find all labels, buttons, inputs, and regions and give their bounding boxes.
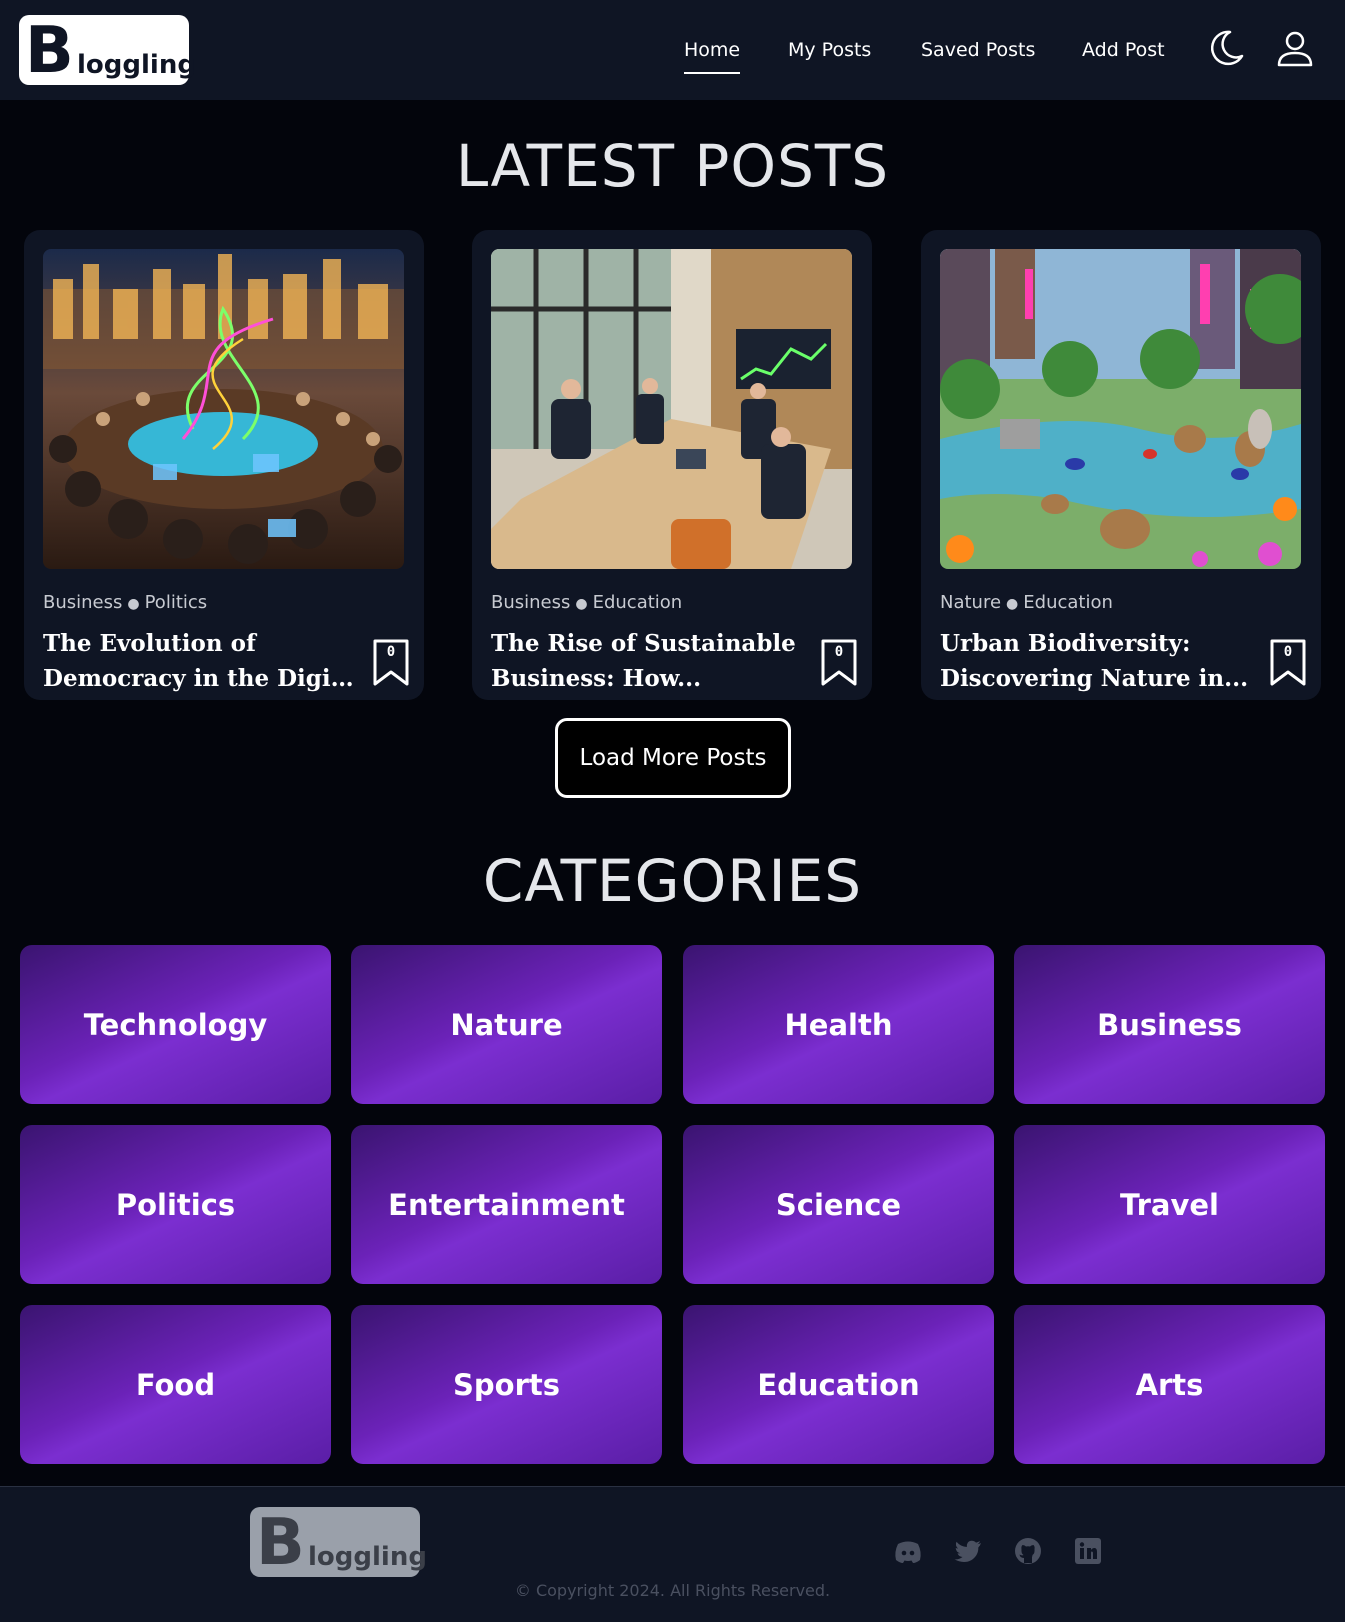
post-title[interactable]: The Evolution of Democracy in the Digit.… [43, 626, 363, 696]
post-title-line: The Evolution of [43, 630, 256, 657]
category-health[interactable]: Health [683, 945, 994, 1104]
header: B loggling Home My Posts Saved Posts Add… [0, 0, 1345, 100]
post-image [940, 249, 1301, 569]
post-categories: Business ● Politics [43, 592, 207, 613]
post-category[interactable]: Business [491, 592, 570, 613]
category-technology[interactable]: Technology [20, 945, 331, 1104]
bookmark-button[interactable]: 0 [1269, 638, 1307, 688]
post-title-line: The Rise of Sustainable [491, 630, 796, 657]
bookmark-button[interactable]: 0 [820, 638, 858, 688]
category-politics[interactable]: Politics [20, 1125, 331, 1284]
bookmark-count: 0 [386, 644, 396, 660]
latest-posts-title: LATEST POSTS [455, 132, 890, 200]
post-categories: Nature ● Education [940, 592, 1113, 613]
discord-icon[interactable] [892, 1535, 924, 1567]
github-icon[interactable] [1012, 1535, 1044, 1567]
nav-home[interactable]: Home [684, 30, 741, 74]
bookmark-count: 0 [1283, 644, 1293, 660]
post-title-line: Business: How... [491, 665, 702, 692]
footer-logo-text: loggling [308, 1542, 427, 1572]
copyright-text: © Copyright 2024. All Rights Reserved. [514, 1581, 831, 1600]
logo-letter: B [25, 14, 74, 88]
post-image [43, 249, 404, 569]
post-title-line: Democracy in the Digit... [43, 665, 363, 692]
logo[interactable]: B loggling [19, 14, 196, 88]
category-business[interactable]: Business [1014, 945, 1325, 1104]
categories-title: CATEGORIES [482, 847, 863, 915]
post-image [491, 249, 852, 569]
load-more-button[interactable]: Load More Posts [555, 718, 791, 798]
separator-dot: ● [1006, 596, 1019, 612]
user-icon[interactable] [1275, 28, 1315, 68]
category-nature[interactable]: Nature [351, 945, 662, 1104]
logo-text: loggling [77, 50, 196, 80]
post-category[interactable]: Politics [145, 592, 208, 613]
category-education[interactable]: Education [683, 1305, 994, 1464]
nav-add-post[interactable]: Add Post [1082, 30, 1165, 70]
footer-logo-letter: B [256, 1506, 305, 1580]
post-category[interactable]: Education [1023, 592, 1113, 613]
category-science[interactable]: Science [683, 1125, 994, 1284]
post-category[interactable]: Business [43, 592, 122, 613]
category-travel[interactable]: Travel [1014, 1125, 1325, 1284]
nav-my-posts[interactable]: My Posts [788, 30, 871, 70]
post-title-line: Urban Biodiversity: [940, 630, 1191, 657]
footer: B loggling © Copyright 2024. All Rights … [0, 1486, 1345, 1622]
post-card[interactable]: Business ● Education The Rise of Sustainab… [472, 230, 872, 700]
nav-saved-posts[interactable]: Saved Posts [921, 30, 1035, 70]
category-arts[interactable]: Arts [1014, 1305, 1325, 1464]
bookmark-count: 0 [834, 644, 844, 660]
footer-logo[interactable]: B loggling [250, 1506, 427, 1580]
post-category[interactable]: Nature [940, 592, 1001, 613]
post-title[interactable]: Urban Biodiversity: Discovering Nature i… [940, 626, 1260, 696]
post-category[interactable]: Education [593, 592, 683, 613]
post-title[interactable]: The Rise of Sustainable Business: How... [491, 626, 811, 696]
bookmark-button[interactable]: 0 [372, 638, 410, 688]
linkedin-icon[interactable] [1072, 1535, 1104, 1567]
category-sports[interactable]: Sports [351, 1305, 662, 1464]
post-categories: Business ● Education [491, 592, 682, 613]
category-entertainment[interactable]: Entertainment [351, 1125, 662, 1284]
separator-dot: ● [127, 596, 140, 612]
moon-icon[interactable] [1206, 28, 1246, 68]
post-card[interactable]: Nature ● Education Urban Biodiversity: Dis… [921, 230, 1321, 700]
post-card[interactable]: Business ● Politics The Evolution of Democ… [24, 230, 424, 700]
twitter-icon[interactable] [952, 1535, 984, 1567]
separator-dot: ● [575, 596, 588, 612]
category-food[interactable]: Food [20, 1305, 331, 1464]
post-title-line: Discovering Nature in... [940, 665, 1249, 692]
